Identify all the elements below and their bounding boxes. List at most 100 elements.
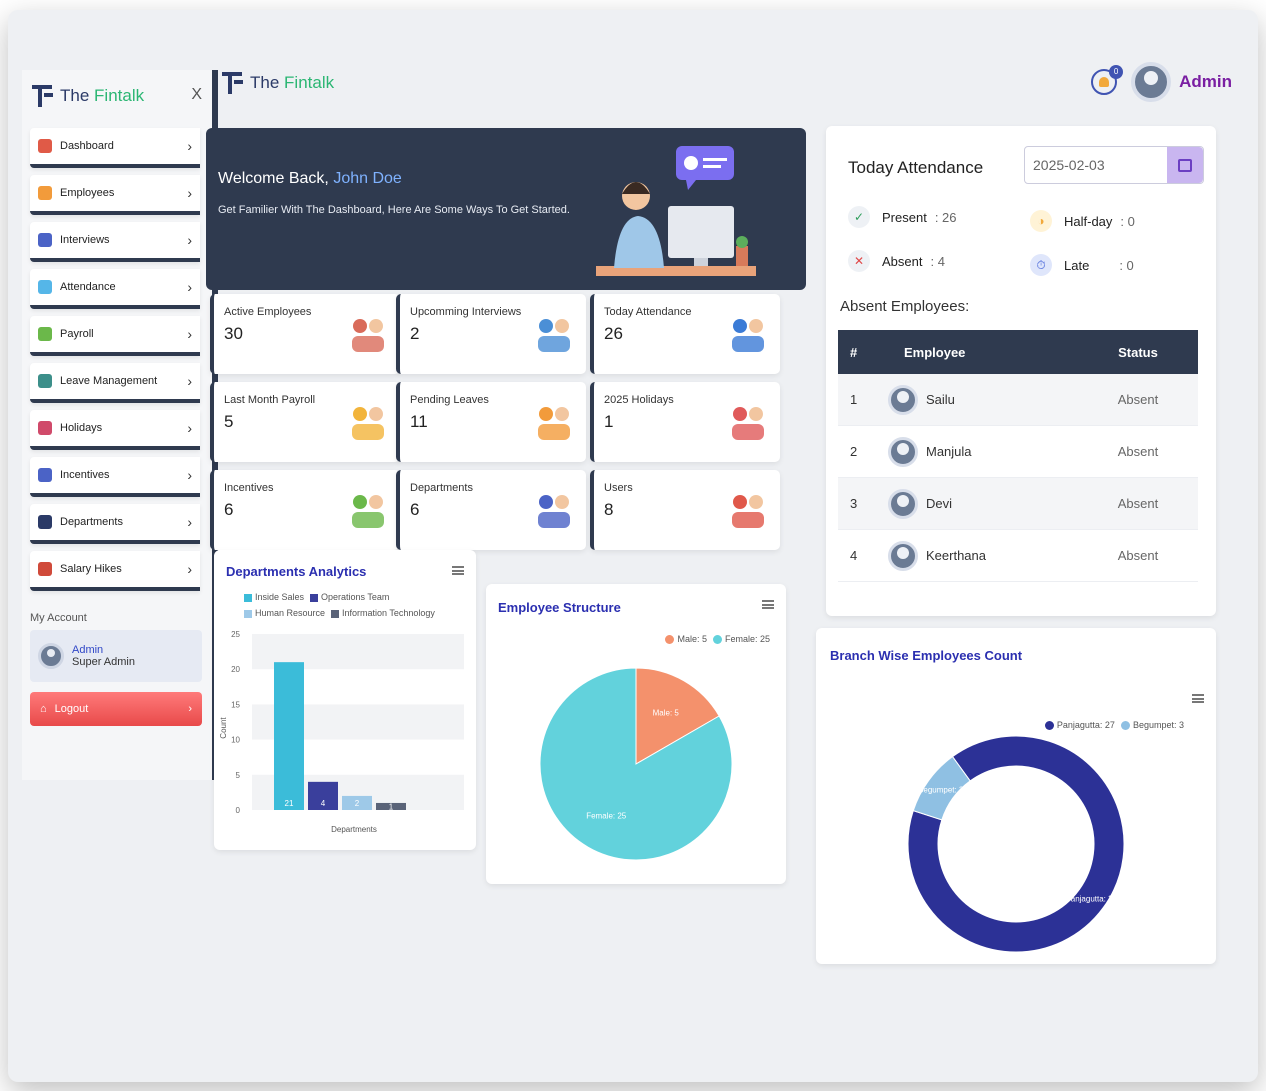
chart-menu-icon[interactable] [452, 566, 464, 575]
account-card[interactable]: Admin Super Admin [30, 630, 202, 682]
bar[interactable] [274, 662, 304, 810]
y-tick-label: 25 [231, 630, 240, 639]
employee-name: Devi [926, 496, 953, 511]
today-attendance-panel: Today Attendance 2025-02-03 ✓ Present : … [826, 126, 1216, 616]
sidebar-item-attendance[interactable]: Attendance › [30, 269, 200, 309]
table-header: # Employee Status [838, 330, 1198, 374]
late-value: : 0 [1119, 257, 1134, 273]
support-agent-illustration [596, 146, 756, 276]
row-num: 3 [850, 496, 858, 511]
chart-legend: Inside Sales Operations Team Human Resourc… [244, 592, 464, 618]
y-axis-label: Count [219, 717, 228, 739]
menu-icon [38, 374, 52, 388]
stat-card[interactable]: 2025 Holidays 1 [590, 382, 780, 462]
table-row[interactable]: 4 Keerthana Absent [838, 530, 1198, 582]
calendar-icon[interactable] [1167, 147, 1203, 183]
departments-analytics-panel: Departments Analytics Inside Sales Operat… [214, 550, 476, 850]
legend-item[interactable]: Inside Sales [244, 592, 304, 602]
stat-card[interactable]: Active Employees 30 [210, 294, 400, 374]
sidebar-item-label: Leave Management [60, 375, 158, 387]
sidebar-item-salary-hikes[interactable]: Salary Hikes › [30, 551, 200, 591]
sidebar-item-employees[interactable]: Employees › [30, 175, 200, 215]
attendance-title: Today Attendance [848, 158, 984, 177]
y-tick-label: 5 [236, 771, 241, 780]
my-account: My Account Admin Super Admin ⌂ Logout › [30, 612, 202, 726]
user-name[interactable]: Admin [1179, 72, 1232, 92]
sidebar-item-label: Holidays [60, 422, 103, 434]
bar-data-label: 4 [321, 799, 326, 808]
legend-item[interactable]: Begumpet: 3 [1120, 720, 1184, 731]
sidebar-item-incentives[interactable]: Incentives › [30, 457, 200, 497]
y-tick-label: 20 [231, 665, 240, 674]
close-icon[interactable]: X [191, 86, 202, 104]
employee-cell: Sailu [888, 384, 1078, 415]
sidebar-item-payroll[interactable]: Payroll › [30, 316, 200, 356]
chart-menu-icon[interactable] [762, 600, 774, 609]
logout-label: Logout [54, 703, 89, 715]
account-title: My Account [30, 612, 87, 624]
stat-card[interactable]: Today Attendance 26 [590, 294, 780, 374]
top-logo[interactable]: The Fintalk [222, 70, 334, 96]
menu-icon [38, 562, 52, 576]
table-row[interactable]: 2 Manjula Absent [838, 426, 1198, 478]
welcome-subtitle: Get Familier With The Dashboard, Here Ar… [218, 204, 570, 216]
legend-item[interactable]: Male: 5 [665, 634, 707, 645]
employee-structure-panel: Employee Structure Male: 5 Female: 25 Mal… [486, 584, 786, 884]
stat-card[interactable]: Incentives 6 [210, 470, 400, 550]
absent-stat: ✕ Absent : 4 [848, 250, 945, 272]
x-axis-label: Departments [331, 825, 377, 834]
account-name: Admin [72, 644, 104, 656]
topbar: The Fintalk 0 Admin [222, 60, 1242, 118]
chevron-right-icon: › [187, 373, 192, 389]
sidebar-item-departments[interactable]: Departments › [30, 504, 200, 544]
stat-card[interactable]: Last Month Payroll 5 [210, 382, 400, 462]
legend-item[interactable]: Human Resource [244, 608, 325, 618]
slice-data-label: Female: 25 [586, 812, 627, 821]
legend-item[interactable]: Panjagutta: 27 [1044, 720, 1115, 731]
bar-data-label: 21 [285, 799, 294, 808]
notification-count: 0 [1109, 65, 1124, 79]
chart-menu-icon[interactable] [1192, 694, 1204, 703]
employee-name: Sailu [926, 392, 955, 407]
attendance-icon [732, 319, 764, 352]
stat-card[interactable]: Pending Leaves 11 [396, 382, 586, 462]
sidebar-item-interviews[interactable]: Interviews › [30, 222, 200, 262]
sidebar-item-label: Attendance [60, 281, 116, 293]
chart-legend: Panjagutta: 27 Begumpet: 3 [1044, 720, 1184, 731]
chevron-right-icon: › [187, 514, 192, 530]
avatar [888, 540, 918, 571]
stat-card[interactable]: Users 8 [590, 470, 780, 550]
y-tick-label: 10 [231, 736, 240, 745]
chart-legend: Male: 5 Female: 25 [665, 634, 770, 645]
table-body: 1 Sailu Absent 2 Manjula Absent 3 Devi Absent 4 Ke… [838, 374, 1198, 582]
employee-name: Keerthana [926, 548, 986, 563]
user-avatar[interactable] [1131, 62, 1172, 102]
stopwatch-icon [538, 407, 570, 440]
bar-data-label: 2 [355, 799, 360, 808]
logout-button[interactable]: ⌂ Logout › [30, 692, 202, 726]
present-stat: ✓ Present : 26 [848, 206, 957, 228]
status-text: Absent [1117, 392, 1159, 407]
legend-item[interactable]: Operations Team [310, 592, 389, 602]
date-input[interactable]: 2025-02-03 [1025, 157, 1167, 173]
users-icon [732, 495, 764, 528]
welcome-heading: Welcome Back, John Doe [218, 170, 402, 188]
notification-bell-icon[interactable]: 0 [1091, 65, 1124, 95]
legend-item[interactable]: Female: 25 [712, 634, 770, 645]
table-row[interactable]: 1 Sailu Absent [838, 374, 1198, 426]
date-picker[interactable]: 2025-02-03 [1024, 146, 1204, 184]
chevron-right-icon: › [187, 279, 192, 295]
welcome-user: John Doe [333, 170, 402, 187]
legend-item[interactable]: Information Technology [331, 608, 435, 618]
table-row[interactable]: 3 Devi Absent [838, 478, 1198, 530]
stat-card[interactable]: Upcomming Interviews 2 [396, 294, 586, 374]
employee-cell: Manjula [888, 436, 1078, 467]
chevron-right-icon: › [187, 138, 192, 154]
calendar-holiday-icon [732, 407, 764, 440]
sidebar-item-dashboard[interactable]: Dashboard › [30, 128, 200, 168]
sidebar-item-holidays[interactable]: Holidays › [30, 410, 200, 450]
status-text: Absent [1117, 496, 1159, 511]
sidebar-item-leave-management[interactable]: Leave Management › [30, 363, 200, 403]
menu-icon [38, 421, 52, 435]
stat-card[interactable]: Departments 6 [396, 470, 586, 550]
